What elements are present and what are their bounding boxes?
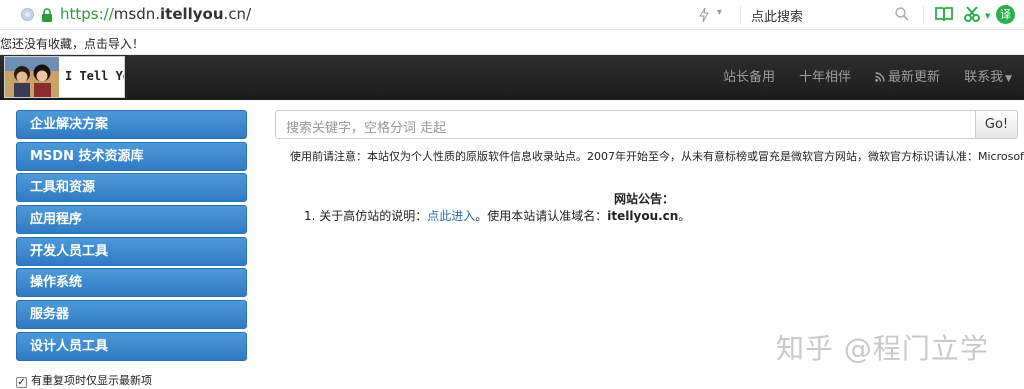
scissors-icon[interactable] xyxy=(963,5,981,23)
rss-icon xyxy=(875,72,885,82)
search-placeholder: 搜索关键字，空格分词 走起 xyxy=(286,121,447,136)
url-field[interactable]: https://msdn.itellyou.cn/ xyxy=(60,5,251,23)
logo-text: I Tell You xyxy=(65,69,124,83)
latest-only-option: ✓ 有重复项时仅显示最新项 xyxy=(16,372,152,388)
announcement-prefix: 1. 关于高仿站的说明： xyxy=(304,209,428,223)
category-sidebar: 企业解决方案 MSDN 技术资源库 工具和资源 应用程序 开发人员工具 操作系统… xyxy=(16,110,247,364)
sidebar-item-designer-tools[interactable]: 设计人员工具 xyxy=(16,331,247,361)
browser-address-bar: https://msdn.itellyou.cn/ ▾ 点此搜索 ▼ 译 xyxy=(0,0,1024,30)
browser-search-input[interactable]: 点此搜索 xyxy=(751,6,803,25)
search-icon[interactable] xyxy=(894,6,910,22)
nav-link-contact[interactable]: 联系我 ▼ xyxy=(952,55,1024,100)
sidebar-item-tools-resources[interactable]: 工具和资源 xyxy=(16,173,247,203)
bookmarks-bar: 您还没有收藏，点击导入！ xyxy=(0,30,1024,55)
nav-link-label: 站长备用 xyxy=(723,70,776,85)
page: https://msdn.itellyou.cn/ ▾ 点此搜索 ▼ 译 您还没… xyxy=(0,0,1024,389)
watermark: 知乎 @程门立学 xyxy=(776,332,989,365)
site-nav-links: 站长备用 十年相伴 最新更新 联系我 ▼ xyxy=(711,55,1024,100)
sidebar-item-servers[interactable]: 服务器 xyxy=(16,300,247,330)
logo-photo xyxy=(5,57,59,97)
nav-link-backup[interactable]: 站长备用 xyxy=(711,55,787,100)
lock-icon xyxy=(42,8,52,22)
announcement-link[interactable]: 点此进入 xyxy=(427,209,475,223)
nav-link-ten-years[interactable]: 十年相伴 xyxy=(787,55,863,100)
site-logo[interactable]: I Tell You xyxy=(4,56,125,98)
chevron-down-icon[interactable]: ▾ xyxy=(717,7,722,18)
announcement-title: 网站公告： xyxy=(614,192,675,206)
sidebar-item-developer-tools[interactable]: 开发人员工具 xyxy=(16,236,247,266)
announcement-item: 1. 关于高仿站的说明：点此进入。使用本站请认准域名：itellyou.cn。 xyxy=(304,207,690,224)
nav-link-label: 联系我 xyxy=(964,70,1004,85)
latest-only-checkbox[interactable]: ✓ xyxy=(16,377,27,388)
site-search-input[interactable]: 搜索关键字，空格分词 走起 xyxy=(275,110,976,139)
site-info-icon[interactable] xyxy=(21,8,34,21)
go-button[interactable]: Go! xyxy=(975,110,1018,139)
site-navbar: I Tell You 站长备用 十年相伴 最新更新 联系我▼ xyxy=(0,55,1024,100)
url-protocol: https:// xyxy=(60,5,114,23)
nav-link-label: 最新更新 xyxy=(888,70,941,85)
book-icon[interactable] xyxy=(935,6,953,22)
usage-notice: 使用前请注意：本站仅为个人性质的原版软件信息收录站点。2007年开始至今，从未有… xyxy=(290,150,1024,163)
caret-down-icon: ▼ xyxy=(1005,74,1012,84)
url-host-prefix: msdn. xyxy=(113,5,161,23)
lightning-icon[interactable] xyxy=(698,7,710,23)
announcement-middle: 。使用本站请认准域名： xyxy=(475,209,608,223)
caret-down-icon[interactable]: ▼ xyxy=(985,12,990,20)
sidebar-item-enterprise-solutions[interactable]: 企业解决方案 xyxy=(16,110,247,139)
nav-link-latest-updates[interactable]: 最新更新 xyxy=(863,55,952,100)
nav-link-label: 十年相伴 xyxy=(799,70,852,85)
import-bookmarks-link[interactable]: 您还没有收藏，点击导入！ xyxy=(0,35,144,52)
translate-icon[interactable]: 译 xyxy=(996,5,1015,24)
announcement-domain: itellyou.cn xyxy=(607,209,679,223)
divider xyxy=(740,6,741,24)
announcement-suffix: 。 xyxy=(678,209,691,223)
divider xyxy=(923,6,924,24)
sidebar-item-operating-systems[interactable]: 操作系统 xyxy=(16,268,247,298)
sidebar-item-msdn-library[interactable]: MSDN 技术资源库 xyxy=(16,141,247,171)
url-host-suffix: .cn/ xyxy=(223,5,252,23)
checkbox-label: 有重复项时仅显示最新项 xyxy=(31,374,152,387)
url-host-domain: itellyou xyxy=(160,5,224,23)
sidebar-item-applications[interactable]: 应用程序 xyxy=(16,205,247,235)
